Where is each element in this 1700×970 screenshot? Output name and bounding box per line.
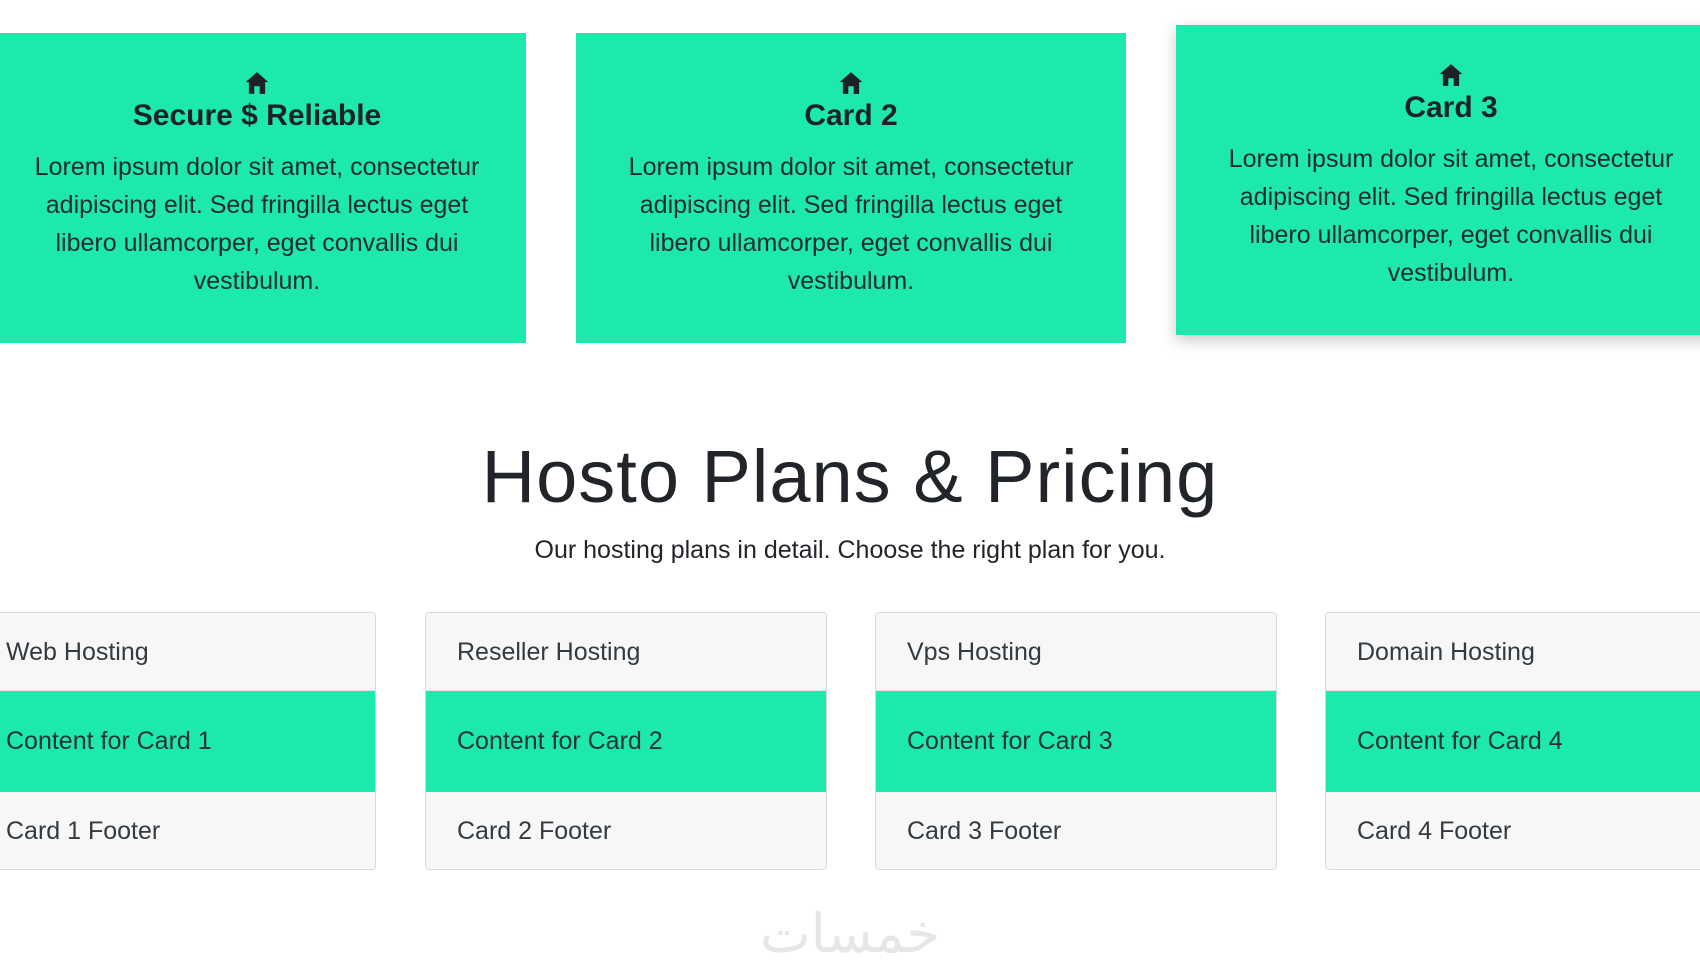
feature-text: Lorem ipsum dolor sit amet, consectetur … bbox=[34, 153, 480, 295]
feature-card-2: Card 2 Lorem ipsum dolor sit amet, conse… bbox=[576, 33, 1126, 343]
feature-title: Card 2 bbox=[804, 99, 898, 132]
watermark-logo: خمسات bbox=[759, 902, 941, 965]
plan-content: Content for Card 4 bbox=[1326, 691, 1700, 792]
plan-header: Reseller Hosting bbox=[426, 613, 826, 691]
plan-footer: Card 4 Footer bbox=[1326, 792, 1700, 869]
plan-footer: Card 3 Footer bbox=[876, 792, 1276, 869]
plan-footer: Card 1 Footer bbox=[0, 792, 375, 869]
plan-card-4: Domain Hosting Content for Card 4 Card 4… bbox=[1325, 612, 1700, 870]
feature-title: Card 3 bbox=[1404, 91, 1498, 124]
plan-card-1: Web Hosting Content for Card 1 Card 1 Fo… bbox=[0, 612, 376, 870]
pricing-subtitle: Our hosting plans in detail. Choose the … bbox=[534, 536, 1166, 564]
feature-card-1: Secure $ Reliable Lorem ipsum dolor sit … bbox=[0, 33, 526, 343]
pricing-title: Hosto Plans & Pricing bbox=[481, 435, 1219, 518]
plan-footer: Card 2 Footer bbox=[426, 792, 826, 869]
plan-card-2: Reseller Hosting Content for Card 2 Card… bbox=[425, 612, 827, 870]
feature-card-3: Card 3 Lorem ipsum dolor sit amet, conse… bbox=[1176, 25, 1700, 335]
feature-text: Lorem ipsum dolor sit amet, consectetur … bbox=[1228, 145, 1674, 287]
feature-title: Secure $ Reliable bbox=[132, 99, 382, 132]
home-icon bbox=[1439, 64, 1463, 86]
home-icon bbox=[245, 72, 269, 94]
plan-card-3: Vps Hosting Content for Card 3 Card 3 Fo… bbox=[875, 612, 1277, 870]
plan-content: Content for Card 2 bbox=[426, 691, 826, 792]
plan-header: Domain Hosting bbox=[1326, 613, 1700, 691]
plan-content: Content for Card 1 bbox=[0, 691, 375, 792]
feature-text: Lorem ipsum dolor sit amet, consectetur … bbox=[628, 153, 1074, 295]
plan-header: Vps Hosting bbox=[876, 613, 1276, 691]
home-icon bbox=[839, 72, 863, 94]
plan-content: Content for Card 3 bbox=[876, 691, 1276, 792]
plan-header: Web Hosting bbox=[0, 613, 375, 691]
